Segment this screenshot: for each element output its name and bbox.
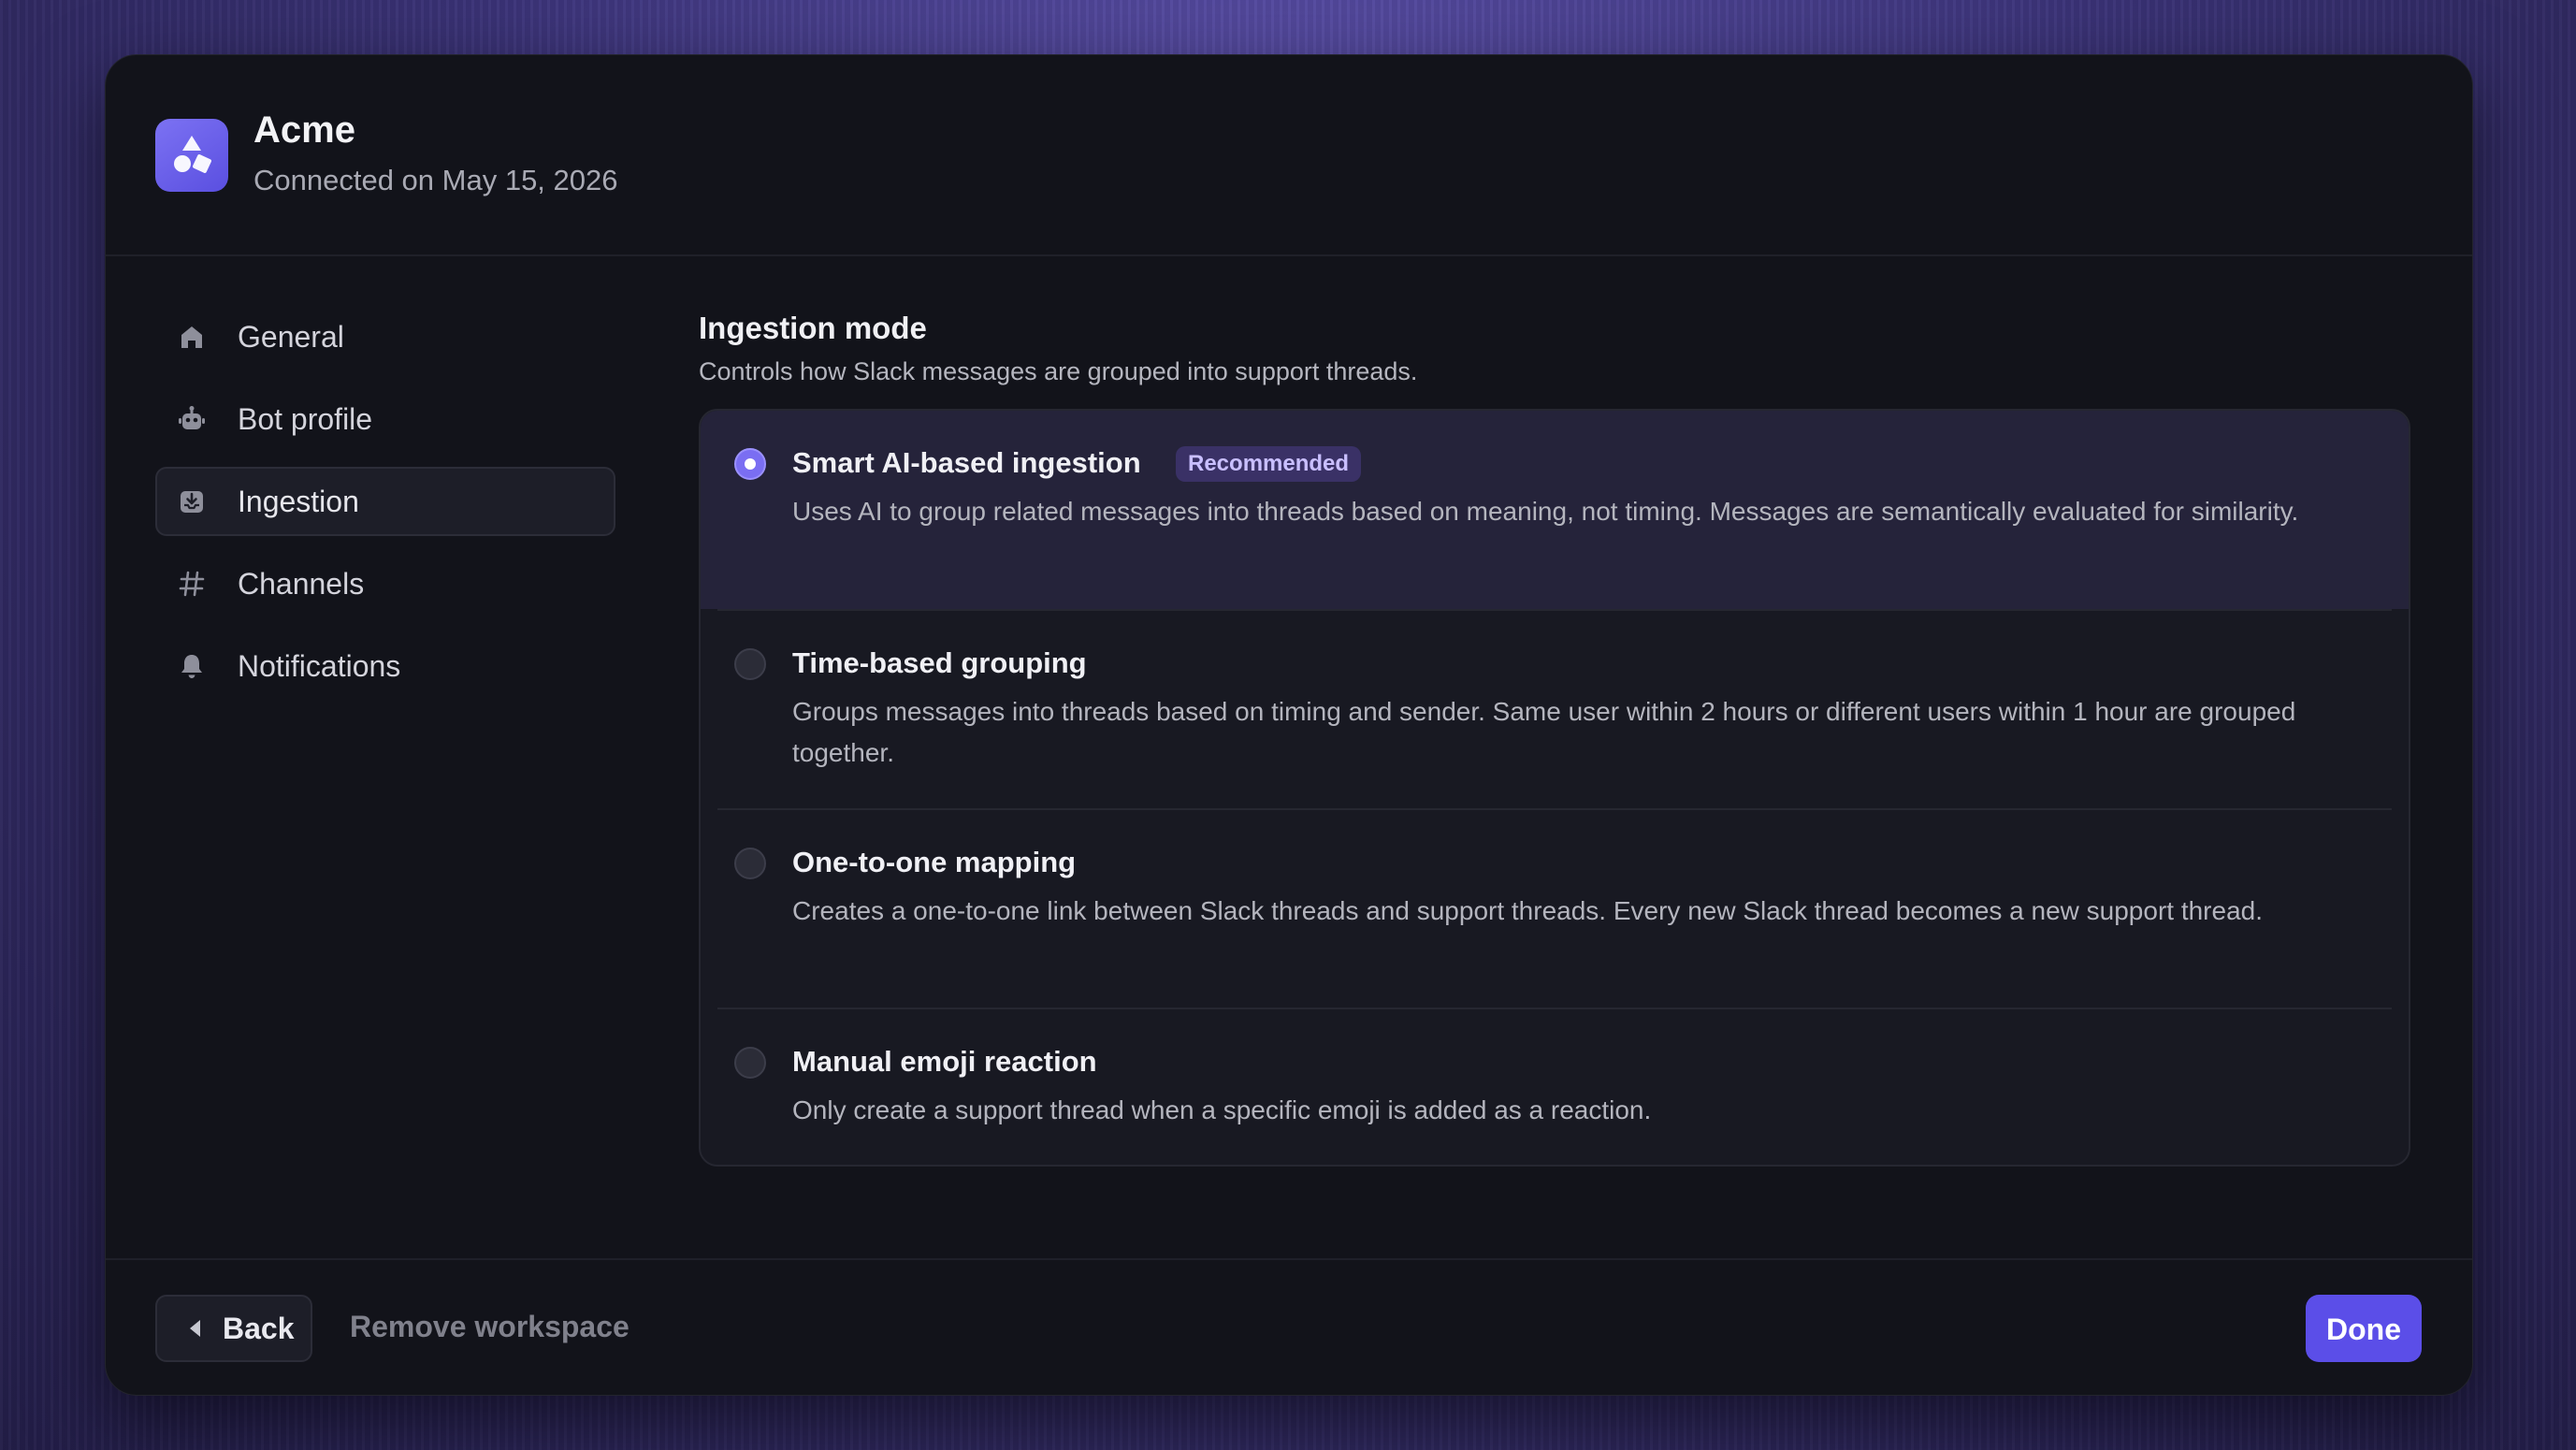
- sidebar-item-ingestion[interactable]: Ingestion: [155, 467, 615, 536]
- dialog-header: Acme Connected on May 15, 2026: [106, 55, 2472, 256]
- sidebar-item-label: Bot profile: [238, 401, 373, 436]
- ingestion-settings: Ingestion mode Controls how Slack messag…: [699, 310, 2410, 1167]
- recommended-badge: Recommended: [1176, 446, 1362, 482]
- workspace-name: Acme: [253, 109, 355, 151]
- option-time-based-grouping[interactable]: Time-based grouping Groups messages into…: [701, 611, 2409, 808]
- sidebar-item-label: General: [238, 319, 344, 354]
- option-title: Time-based grouping: [792, 646, 1087, 679]
- sidebar-item-channels[interactable]: Channels: [155, 549, 615, 618]
- caret-left-icon: [185, 1317, 206, 1340]
- sidebar-item-bot-profile[interactable]: Bot profile: [155, 384, 615, 454]
- option-one-to-one-mapping[interactable]: One-to-one mapping Creates a one-to-one …: [701, 810, 2409, 1008]
- option-description: Creates a one-to-one link between Slack …: [792, 896, 2264, 925]
- bell-icon: [178, 652, 206, 680]
- remove-workspace-button[interactable]: Remove workspace: [350, 1310, 630, 1344]
- done-button[interactable]: Done: [2306, 1295, 2422, 1362]
- option-manual-emoji-reaction[interactable]: Manual emoji reaction Only create a supp…: [701, 1009, 2409, 1165]
- section-title: Ingestion mode: [699, 311, 927, 345]
- back-button-label: Back: [223, 1312, 295, 1345]
- ingest-icon: [178, 487, 206, 515]
- connected-date: Connected on May 15, 2026: [253, 164, 618, 196]
- radio-unselected[interactable]: [734, 848, 766, 879]
- dialog-footer: Back Remove workspace Done: [106, 1258, 2472, 1395]
- option-title: Smart AI-based ingestion: [792, 446, 1141, 479]
- radio-unselected[interactable]: [734, 1047, 766, 1079]
- shapes-logo-icon: [155, 119, 228, 192]
- sidebar-item-label: Notifications: [238, 648, 401, 683]
- sidebar-item-label: Ingestion: [238, 484, 359, 518]
- sidebar-item-general[interactable]: General: [155, 302, 615, 371]
- bot-icon: [178, 405, 206, 433]
- home-icon: [178, 323, 206, 351]
- ingestion-mode-options: Smart AI-based ingestion Recommended Use…: [699, 409, 2410, 1167]
- settings-sidebar: General Bot profile Ingestion Channels N…: [155, 302, 615, 714]
- back-button[interactable]: Back: [155, 1295, 312, 1362]
- option-title: Manual emoji reaction: [792, 1045, 1097, 1078]
- hash-icon: [178, 570, 206, 598]
- radio-unselected[interactable]: [734, 648, 766, 680]
- radio-selected[interactable]: [734, 448, 766, 480]
- sidebar-item-label: Channels: [238, 566, 365, 601]
- section-description: Controls how Slack messages are grouped …: [699, 357, 1418, 385]
- option-title: One-to-one mapping: [792, 846, 1077, 878]
- settings-dialog: Acme Connected on May 15, 2026 General B…: [105, 54, 2473, 1396]
- sidebar-item-notifications[interactable]: Notifications: [155, 631, 615, 701]
- option-description: Groups messages into threads based on ti…: [792, 697, 2296, 767]
- option-smart-ai-ingestion[interactable]: Smart AI-based ingestion Recommended Use…: [701, 411, 2409, 609]
- option-description: Uses AI to group related messages into t…: [792, 497, 2299, 526]
- option-description: Only create a support thread when a spec…: [792, 1095, 1652, 1124]
